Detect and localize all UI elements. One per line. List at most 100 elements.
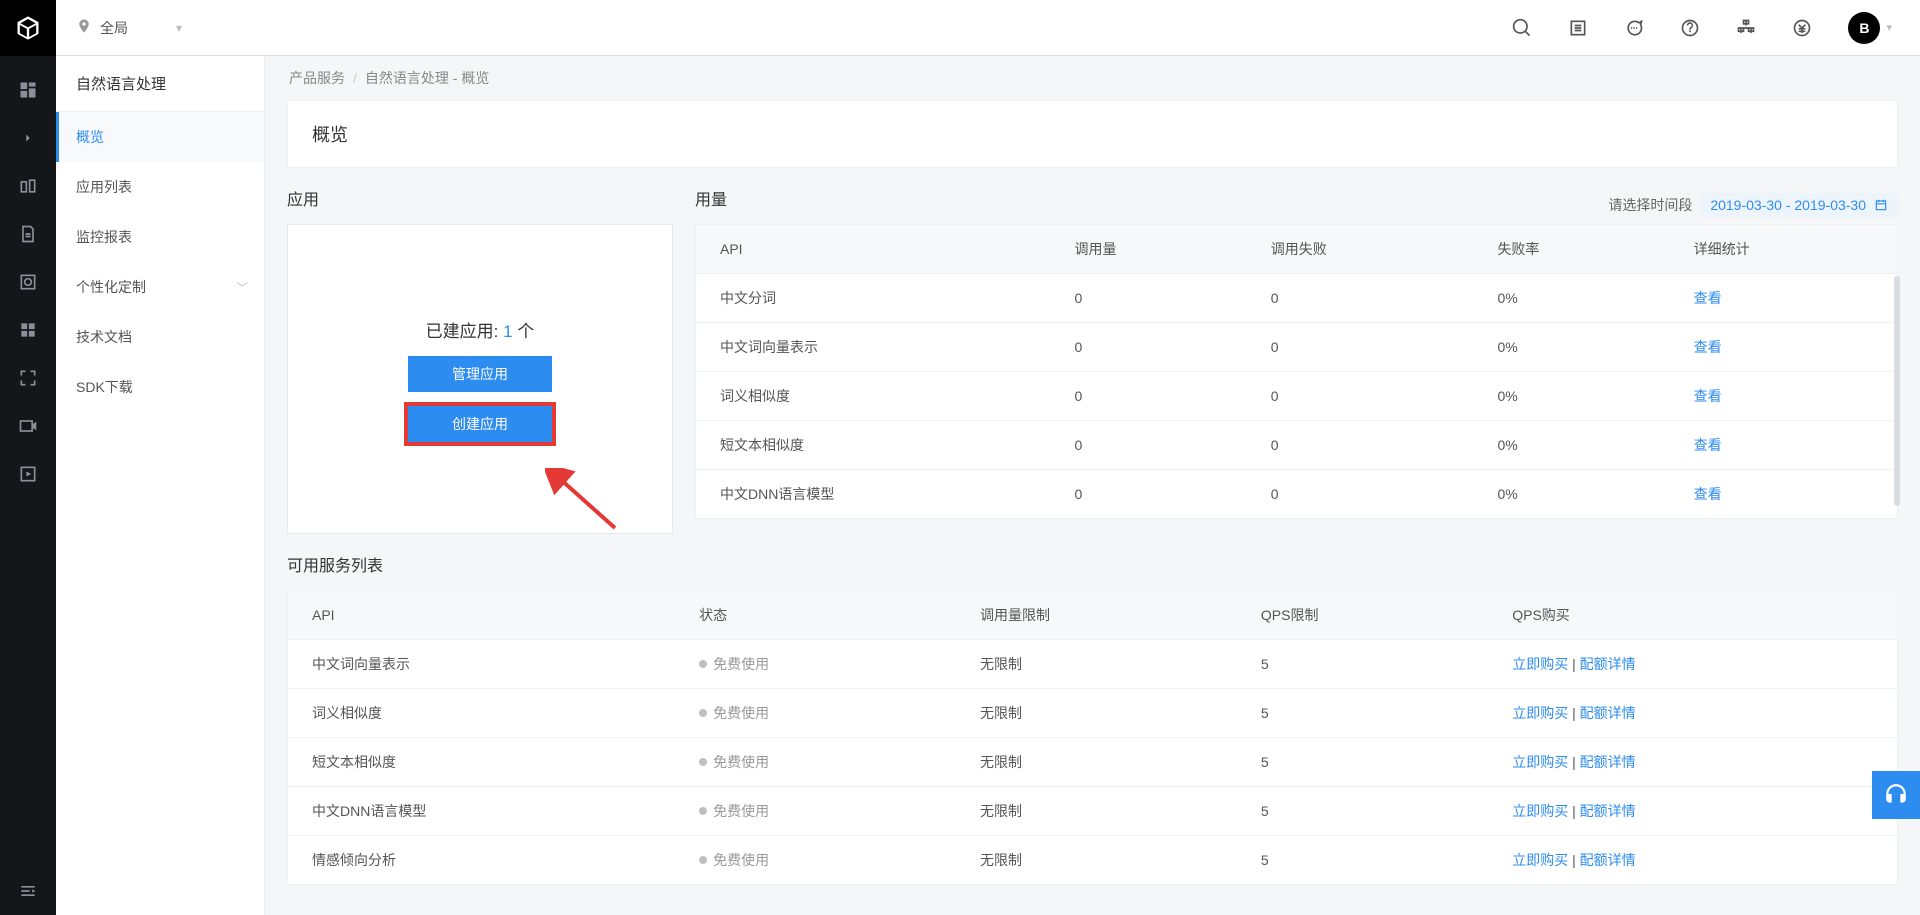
rail-video[interactable] [0, 402, 56, 450]
quota-link[interactable]: 配额详情 [1580, 852, 1636, 868]
sidebar-title: 自然语言处理 [56, 56, 264, 112]
search-icon[interactable] [1512, 18, 1532, 38]
rail-target[interactable] [0, 258, 56, 306]
sidebar-item-4[interactable]: 技术文档 [56, 312, 264, 362]
breadcrumb-sep: / [353, 70, 357, 86]
usage-row: 中文分词000%查看 [696, 274, 1898, 323]
buy-link[interactable]: 立即购买 [1512, 656, 1568, 672]
view-link[interactable]: 查看 [1694, 388, 1722, 404]
usage-row: 中文DNN语言模型000%查看 [696, 470, 1898, 519]
services-col-2: 调用量限制 [956, 591, 1237, 640]
sidebar-item-2[interactable]: 监控报表 [56, 212, 264, 262]
services-col-3: QPS限制 [1237, 591, 1488, 640]
sidebar-item-label: SDK下载 [76, 377, 133, 397]
services-row: 中文词向量表示免费使用无限制5立即购买 | 配额详情 [288, 640, 1898, 689]
apps-built-text: 已建应用: 1 个 [426, 317, 535, 342]
app-header: 全局 ▾ B ▾ [0, 0, 1920, 56]
brand-logo[interactable] [0, 0, 56, 56]
rail-play[interactable] [0, 450, 56, 498]
rail-grid[interactable] [0, 306, 56, 354]
chevron-down-icon: ﹀ [236, 279, 248, 296]
quota-link[interactable]: 配额详情 [1580, 754, 1636, 770]
header-actions: B ▾ [1512, 12, 1892, 44]
sidebar-item-3[interactable]: 个性化定制 ﹀ [56, 262, 264, 312]
chevron-down-icon: ▾ [176, 21, 182, 35]
rail-fullscreen[interactable] [0, 354, 56, 402]
usage-row: 中文词向量表示000%查看 [696, 323, 1898, 372]
org-icon[interactable] [1736, 18, 1756, 38]
usage-panel: 用量 请选择时间段 2019-03-30 - 2019-03-30 API调用量… [695, 186, 1898, 534]
usage-row: 短文本相似度000%查看 [696, 421, 1898, 470]
status-dot-icon [699, 709, 707, 717]
usage-col-4: 详细统计 [1670, 225, 1898, 274]
services-row: 短文本相似度免费使用无限制5立即购买 | 配额详情 [288, 738, 1898, 787]
services-table: API状态调用量限制QPS限制QPS购买 中文词向量表示免费使用无限制5立即购买… [287, 590, 1898, 885]
usage-col-0: API [696, 225, 1051, 274]
page-title-card: 概览 [287, 100, 1898, 168]
quota-link[interactable]: 配额详情 [1580, 656, 1636, 672]
status-dot-icon [699, 807, 707, 815]
sidebar-item-label: 监控报表 [76, 227, 132, 247]
services-row: 词义相似度免费使用无限制5立即购买 | 配额详情 [288, 689, 1898, 738]
sidebar-item-0[interactable]: 概览 [56, 112, 264, 162]
sidebar-item-5[interactable]: SDK下载 [56, 362, 264, 412]
status-dot-icon [699, 758, 707, 766]
date-range-picker: 请选择时间段 2019-03-30 - 2019-03-30 [1608, 193, 1898, 217]
sidebar-item-label: 技术文档 [76, 327, 132, 347]
main-content: 产品服务 / 自然语言处理 - 概览 概览 应用 已建应用: 1 个 管理应用 … [265, 56, 1920, 915]
currency-icon[interactable] [1792, 18, 1812, 38]
usage-col-2: 调用失败 [1247, 225, 1474, 274]
cube-logo-icon [14, 14, 42, 42]
view-link[interactable]: 查看 [1694, 437, 1722, 453]
services-col-1: 状态 [675, 591, 956, 640]
rail-apps[interactable] [0, 162, 56, 210]
sidebar: 自然语言处理 概览应用列表监控报表个性化定制 ﹀ 技术文档 SDK下载 [56, 56, 265, 915]
services-panel-title: 可用服务列表 [287, 552, 1898, 576]
usage-col-1: 调用量 [1051, 225, 1247, 274]
rail-doc[interactable] [0, 210, 56, 258]
services-col-4: QPS购买 [1488, 591, 1897, 640]
list-icon[interactable] [1568, 18, 1588, 38]
view-link[interactable]: 查看 [1694, 339, 1722, 355]
scope-selector[interactable]: 全局 ▾ [76, 18, 182, 38]
scrollbar[interactable] [1894, 276, 1900, 506]
date-range-value[interactable]: 2019-03-30 - 2019-03-30 [1700, 193, 1898, 217]
view-link[interactable]: 查看 [1694, 290, 1722, 306]
apps-panel: 应用 已建应用: 1 个 管理应用 创建应用 [287, 186, 673, 534]
buy-link[interactable]: 立即购买 [1512, 803, 1568, 819]
chevron-down-icon: ▾ [1886, 21, 1892, 34]
support-fab[interactable] [1872, 771, 1920, 819]
usage-row: 词义相似度000%查看 [696, 372, 1898, 421]
sidebar-item-label: 应用列表 [76, 177, 132, 197]
location-icon [76, 18, 92, 37]
scope-label: 全局 [100, 18, 128, 38]
date-range-label: 请选择时间段 [1608, 195, 1692, 215]
sidebar-item-label: 个性化定制 [76, 277, 146, 297]
chat-icon[interactable] [1624, 18, 1644, 38]
help-icon[interactable] [1680, 18, 1700, 38]
apps-box: 已建应用: 1 个 管理应用 创建应用 [287, 224, 673, 534]
view-link[interactable]: 查看 [1694, 486, 1722, 502]
rail-expand[interactable] [0, 114, 56, 162]
rail-collapse[interactable] [0, 867, 56, 915]
create-app-button[interactable]: 创建应用 [408, 406, 552, 442]
buy-link[interactable]: 立即购买 [1512, 754, 1568, 770]
apps-count: 1 [503, 322, 512, 341]
breadcrumb-current: 自然语言处理 - 概览 [365, 68, 489, 88]
apps-panel-title: 应用 [287, 186, 673, 210]
headset-icon [1883, 782, 1909, 808]
rail-dashboard[interactable] [0, 66, 56, 114]
breadcrumb-root[interactable]: 产品服务 [289, 68, 345, 88]
page-title: 概览 [312, 121, 1873, 147]
sidebar-item-1[interactable]: 应用列表 [56, 162, 264, 212]
buy-link[interactable]: 立即购买 [1512, 705, 1568, 721]
buy-link[interactable]: 立即购买 [1512, 852, 1568, 868]
usage-col-3: 失败率 [1473, 225, 1669, 274]
manage-apps-button[interactable]: 管理应用 [408, 356, 552, 392]
quota-link[interactable]: 配额详情 [1580, 705, 1636, 721]
sidebar-item-label: 概览 [76, 127, 104, 147]
status-dot-icon [699, 660, 707, 668]
user-menu[interactable]: B ▾ [1848, 12, 1892, 44]
quota-link[interactable]: 配额详情 [1580, 803, 1636, 819]
usage-table: API调用量调用失败失败率详细统计 中文分词000%查看中文词向量表示000%查… [695, 224, 1898, 519]
